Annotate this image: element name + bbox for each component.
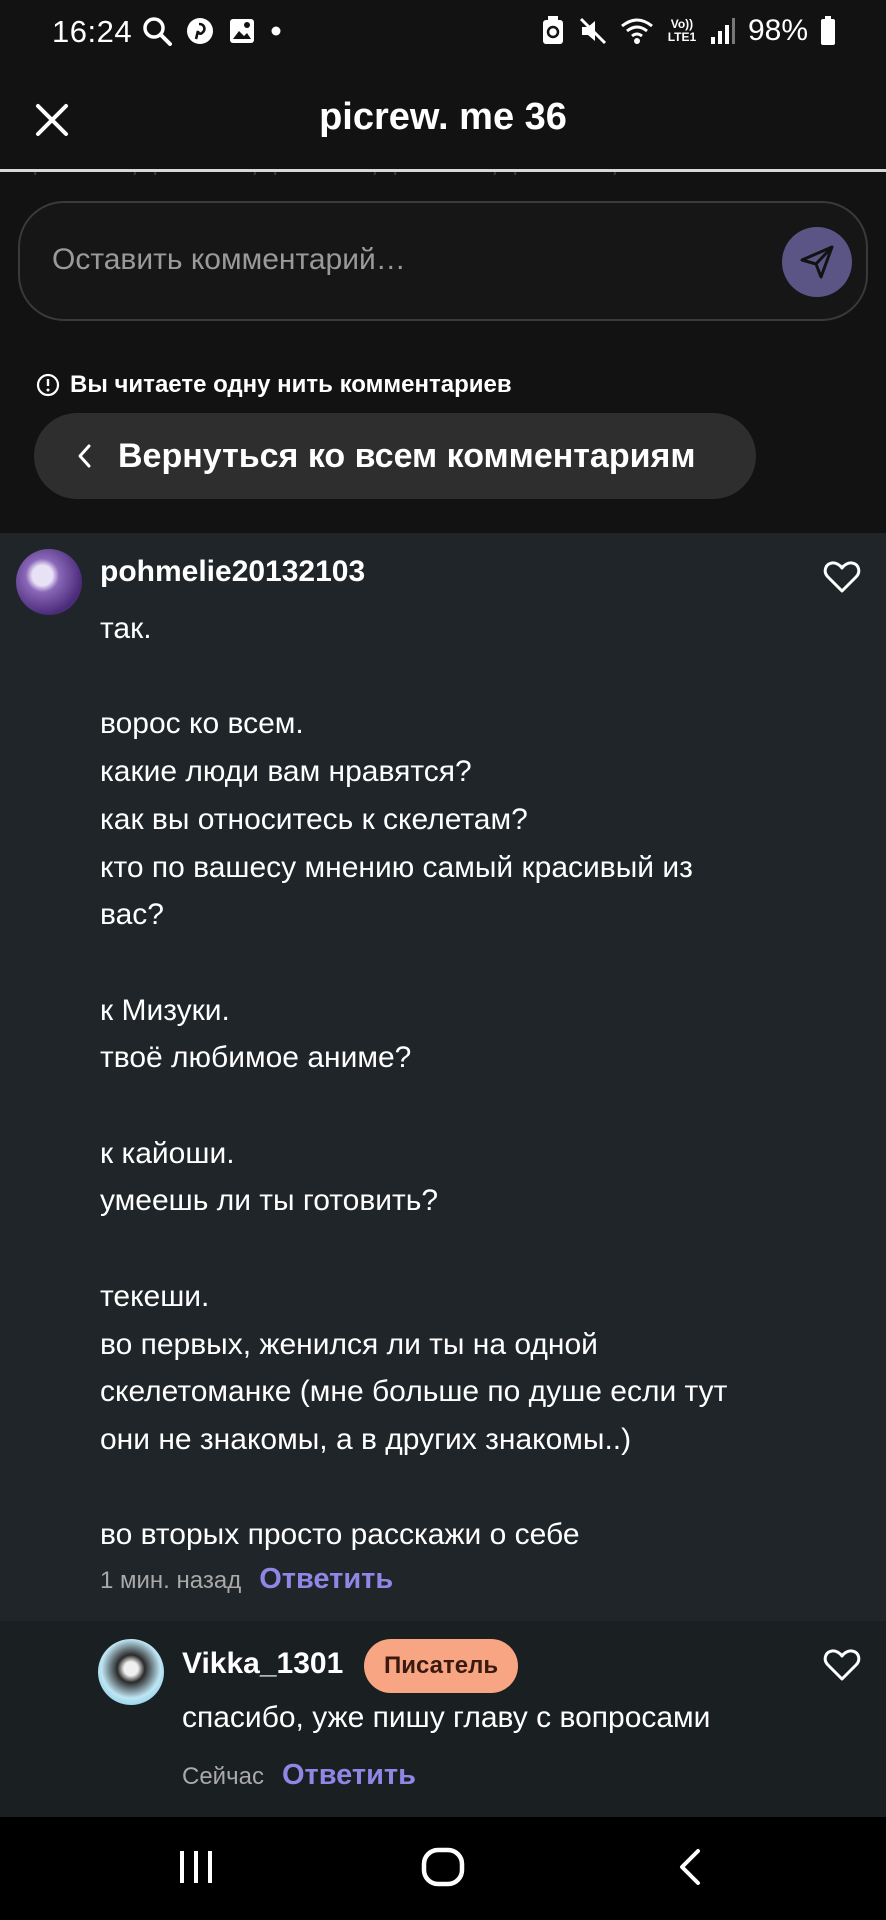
reply-body: спасибо, уже пишу главу с вопросами bbox=[182, 1701, 711, 1734]
mute-icon bbox=[579, 17, 607, 45]
reply-username[interactable]: Vikka_1301 bbox=[182, 1647, 343, 1681]
search-icon bbox=[143, 17, 172, 46]
reply-button[interactable]: Ответить bbox=[282, 1759, 416, 1792]
comment-compose-section: Вы читаете одну нить комментариев Вернут… bbox=[0, 175, 886, 533]
wifi-icon bbox=[621, 18, 653, 44]
comment: pohmelie20132103 так. ворос ко всем. как… bbox=[0, 533, 886, 1621]
thread-notice-text: Вы читаете одну нить комментариев bbox=[70, 371, 512, 398]
info-icon bbox=[36, 373, 60, 397]
status-time: 16:24 bbox=[52, 14, 133, 49]
volte-icon: Vo)) LTE1 bbox=[667, 17, 697, 44]
comment-input-container bbox=[18, 201, 868, 321]
status-bar: 16:24 Vo)) LTE1 98% bbox=[0, 0, 886, 66]
chevron-left-icon bbox=[78, 444, 91, 468]
page-title: picrew. me 36 bbox=[319, 96, 567, 138]
back-icon bbox=[680, 1849, 700, 1885]
reply-timestamp: Сейчас bbox=[182, 1763, 264, 1790]
comment-username[interactable]: pohmelie20132103 bbox=[100, 555, 365, 589]
send-button[interactable] bbox=[782, 227, 852, 297]
reply-meta: Сейчас Ответить bbox=[182, 1759, 416, 1792]
home-button[interactable] bbox=[421, 1847, 465, 1892]
back-button[interactable] bbox=[676, 1847, 704, 1892]
send-icon bbox=[800, 245, 834, 279]
avatar[interactable] bbox=[16, 549, 82, 615]
back-to-all-comments-label: Вернуться ко всем комментариям bbox=[118, 436, 696, 475]
home-icon bbox=[421, 1847, 465, 1887]
comment-body: так. ворос ко всем. какие люди вам нравя… bbox=[100, 612, 728, 1552]
comment-input[interactable] bbox=[52, 235, 752, 285]
thread-notice: Вы читаете одну нить комментариев bbox=[36, 371, 512, 399]
like-button[interactable] bbox=[822, 1645, 862, 1685]
gallery-icon bbox=[230, 19, 254, 43]
recents-button[interactable] bbox=[176, 1847, 216, 1892]
recycle-icon bbox=[542, 16, 563, 44]
comment-meta: 1 мин. назад Ответить bbox=[100, 1563, 393, 1596]
recents-icon bbox=[180, 1851, 212, 1883]
dot-icon bbox=[271, 26, 281, 36]
header: picrew. me 36 bbox=[0, 66, 886, 172]
pinterest-icon bbox=[187, 18, 213, 44]
status-left-icons bbox=[142, 16, 282, 46]
reply-button[interactable]: Ответить bbox=[259, 1563, 393, 1596]
system-nav-bar bbox=[0, 1817, 886, 1920]
signal-icon bbox=[710, 18, 735, 44]
battery-icon bbox=[821, 16, 835, 45]
heart-icon bbox=[823, 1649, 861, 1681]
battery-percent: 98% bbox=[747, 14, 808, 47]
avatar[interactable] bbox=[98, 1639, 164, 1705]
comments-area: pohmelie20132103 так. ворос ко всем. как… bbox=[0, 533, 886, 1817]
comment-timestamp: 1 мин. назад bbox=[100, 1567, 242, 1594]
like-button[interactable] bbox=[822, 557, 862, 597]
writer-badge: Писатель bbox=[364, 1639, 519, 1693]
status-right-icons: Vo)) LTE1 98% bbox=[540, 14, 836, 48]
back-to-all-comments-button[interactable]: Вернуться ко всем комментариям bbox=[34, 413, 756, 499]
heart-icon bbox=[823, 561, 861, 593]
